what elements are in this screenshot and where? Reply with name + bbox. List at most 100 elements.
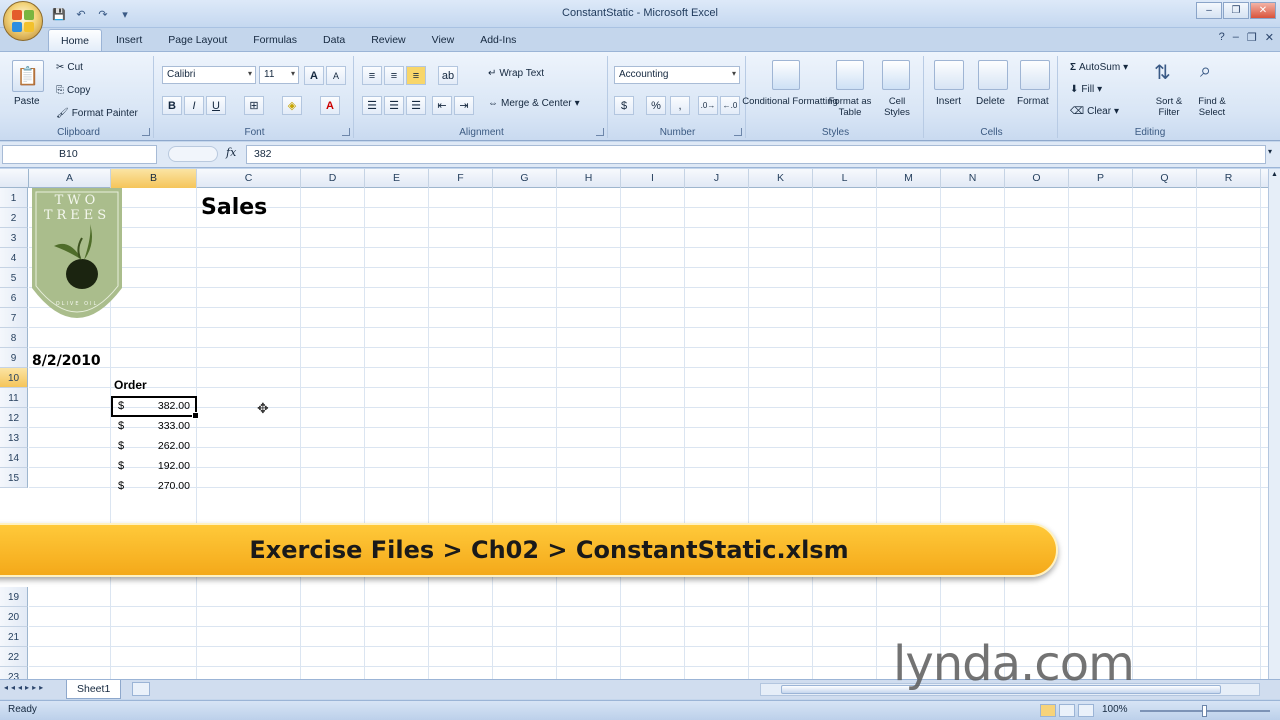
cell-styles-icon[interactable] [882, 60, 910, 90]
close-button[interactable]: ✕ [1250, 2, 1276, 19]
row-header-20[interactable]: 20 [0, 607, 28, 627]
column-header-b[interactable]: B [111, 169, 197, 188]
conditional-formatting-button[interactable]: Conditional Formatting [742, 96, 838, 107]
delete-cells-button[interactable]: Delete [976, 96, 1005, 107]
align-right-icon[interactable]: ☰ [406, 96, 426, 115]
tab-review[interactable]: Review [359, 29, 417, 51]
office-button[interactable] [3, 1, 43, 41]
format-table-icon[interactable] [836, 60, 864, 90]
column-header-k[interactable]: K [749, 169, 813, 188]
column-header-h[interactable]: H [557, 169, 621, 188]
row-header-15[interactable]: 15 [0, 468, 28, 488]
tab-insert[interactable]: Insert [104, 29, 154, 51]
expand-formula-icon[interactable]: ▾ [1268, 147, 1272, 156]
row-header-8[interactable]: 8 [0, 328, 28, 348]
row-header-14[interactable]: 14 [0, 448, 28, 468]
name-box[interactable]: B10 [2, 145, 157, 164]
column-header-g[interactable]: G [493, 169, 557, 188]
help-icon[interactable]: ? [1219, 31, 1225, 44]
column-header-r[interactable]: R [1197, 169, 1261, 188]
italic-button[interactable]: I [184, 96, 204, 115]
spreadsheet-grid[interactable]: ABCDEFGHIJKLMNOPQR 1 2 3 4 5 6 7 8 9 10 11 12 13 14 15… [0, 169, 1268, 679]
format-table-button[interactable]: Format as Table [826, 96, 874, 118]
orientation-icon[interactable]: ab [438, 66, 458, 85]
insert-sheet-icon[interactable] [132, 682, 150, 696]
zoom-thumb[interactable] [1202, 705, 1207, 717]
formula-input[interactable]: 382 [246, 145, 1266, 164]
font-name-combo[interactable]: Calibri [162, 66, 256, 84]
tab-home[interactable]: Home [48, 29, 103, 51]
font-color-icon[interactable]: A [320, 96, 340, 115]
restore-button[interactable]: ❐ [1223, 2, 1249, 19]
column-header-l[interactable]: L [813, 169, 877, 188]
column-header-o[interactable]: O [1005, 169, 1069, 188]
zoom-level[interactable]: 100% [1102, 704, 1128, 715]
active-cell-cursor[interactable] [111, 396, 199, 419]
align-top-icon[interactable]: ≡ [362, 66, 382, 85]
find-select-button[interactable]: Find & Select [1192, 96, 1232, 118]
conditional-formatting-icon[interactable] [772, 60, 800, 90]
align-left-icon[interactable]: ☰ [362, 96, 382, 115]
comma-button[interactable]: , [670, 96, 690, 115]
align-bottom-icon[interactable]: ≡ [406, 66, 426, 85]
tab-formulas[interactable]: Formulas [241, 29, 309, 51]
grow-font-button[interactable]: A [304, 66, 324, 85]
binoculars-icon[interactable]: ⌕ [1200, 60, 1211, 83]
row-header-6[interactable]: 6 [0, 288, 28, 308]
autosum-button[interactable]: Σ AutoSum ▾ [1070, 62, 1128, 73]
row-header-21[interactable]: 21 [0, 627, 28, 647]
sort-filter-button[interactable]: Sort & Filter [1150, 96, 1188, 118]
row-header-1[interactable]: 1 [0, 188, 28, 208]
column-header-p[interactable]: P [1069, 169, 1133, 188]
alignment-launcher-icon[interactable] [596, 128, 604, 136]
scroll-up-icon[interactable]: ▲ [1270, 171, 1279, 183]
paste-icon[interactable]: 📋 [12, 60, 44, 92]
underline-button[interactable]: U [206, 96, 226, 115]
clear-button[interactable]: ⌫ Clear ▾ [1070, 106, 1119, 117]
currency-button[interactable]: $ [614, 96, 634, 115]
tab-data[interactable]: Data [311, 29, 357, 51]
insert-cells-button[interactable]: Insert [936, 96, 961, 107]
ribbon-restore-icon[interactable]: ❐ [1247, 31, 1257, 44]
fill-color-icon[interactable]: ◈ [282, 96, 302, 115]
increase-decimal-icon[interactable]: .0→ [698, 96, 718, 115]
bold-button[interactable]: B [162, 96, 182, 115]
sheet-tab-sheet1[interactable]: Sheet1 [66, 680, 122, 699]
row-header-7[interactable]: 7 [0, 308, 28, 328]
sort-filter-icon[interactable]: ⇅ [1154, 60, 1171, 85]
row-header-22[interactable]: 22 [0, 647, 28, 667]
row-header-19[interactable]: 19 [0, 587, 28, 607]
column-header-j[interactable]: J [685, 169, 749, 188]
normal-view-icon[interactable] [1040, 704, 1056, 717]
row-header-4[interactable]: 4 [0, 248, 28, 268]
tab-view[interactable]: View [420, 29, 467, 51]
number-launcher-icon[interactable] [734, 128, 742, 136]
zoom-slider[interactable] [1140, 705, 1270, 717]
row-header-9[interactable]: 9 [0, 348, 28, 368]
cut-button[interactable]: ✂ Cut [56, 62, 83, 73]
format-cells-icon[interactable] [1020, 60, 1050, 90]
tab-page-layout[interactable]: Page Layout [156, 29, 239, 51]
wrap-text-button[interactable]: ↵ Wrap Text [488, 68, 544, 79]
column-header-i[interactable]: I [621, 169, 685, 188]
clipboard-launcher-icon[interactable] [142, 128, 150, 136]
page-layout-view-icon[interactable] [1059, 704, 1075, 717]
paste-button[interactable]: Paste [14, 96, 40, 107]
font-launcher-icon[interactable] [342, 128, 350, 136]
shrink-font-button[interactable]: A [326, 66, 346, 85]
cell-styles-button[interactable]: Cell Styles [876, 96, 918, 118]
merge-center-button[interactable]: ⇔ Merge & Center ▾ [488, 98, 580, 109]
column-header-e[interactable]: E [365, 169, 429, 188]
column-header-m[interactable]: M [877, 169, 941, 188]
align-center-icon[interactable]: ☰ [384, 96, 404, 115]
row-header-2[interactable]: 2 [0, 208, 28, 228]
row-header-5[interactable]: 5 [0, 268, 28, 288]
align-middle-icon[interactable]: ≡ [384, 66, 404, 85]
column-header-n[interactable]: N [941, 169, 1005, 188]
increase-indent-icon[interactable]: ⇥ [454, 96, 474, 115]
delete-cells-icon[interactable] [978, 60, 1008, 90]
row-header-10[interactable]: 10 [0, 368, 28, 388]
row-header-13[interactable]: 13 [0, 428, 28, 448]
font-size-combo[interactable]: 11 [259, 66, 299, 84]
column-header-a[interactable]: A [29, 169, 111, 188]
